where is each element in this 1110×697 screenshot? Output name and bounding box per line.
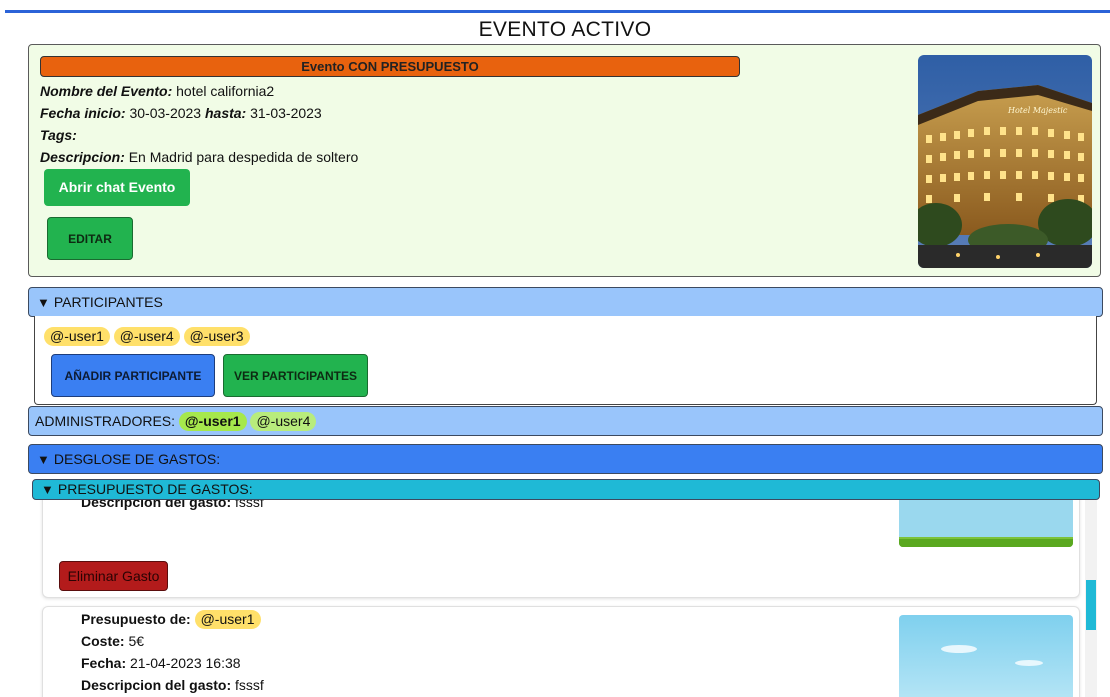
expense-image xyxy=(899,615,1073,697)
expense-description-label: Descripcion del gasto: xyxy=(81,677,232,693)
event-photo: Hotel Majestic xyxy=(918,55,1092,268)
expense-budget-label: Presupuesto de: xyxy=(81,611,191,627)
top-accent-rule xyxy=(5,10,1110,13)
add-participant-button[interactable]: AÑADIR PARTICIPANTE xyxy=(51,354,215,397)
page-title: EVENTO ACTIVO xyxy=(478,18,652,41)
budget-expenses-header[interactable]: ▼ PRESUPUESTO DE GASTOS: xyxy=(32,479,1100,500)
expense-budget-user: @-user1 xyxy=(194,610,261,629)
participants-panel: @-user1 @-user4 @-user3 AÑADIR PARTICIPA… xyxy=(34,316,1097,405)
start-date-value: 30-03-2023 xyxy=(129,105,202,121)
participants-header-label: PARTICIPANTES xyxy=(53,294,163,310)
event-name-line: Nombre del Evento: hotel california2 xyxy=(40,82,274,100)
photo-sign: Hotel Majestic xyxy=(1007,106,1068,115)
expense-date-value: 21-04-2023 16:38 xyxy=(130,655,241,671)
expenses-breakdown-label: DESGLOSE DE GASTOS: xyxy=(53,451,221,467)
expense-image xyxy=(899,500,1073,547)
edit-event-button[interactable]: EDITAR xyxy=(47,217,133,260)
triangle-down-icon: ▼ xyxy=(37,452,50,467)
participant-pill: @-user3 xyxy=(183,327,250,346)
event-name-value: hotel california2 xyxy=(176,83,275,99)
admin-pill: @-user4 xyxy=(250,412,317,431)
triangle-down-icon: ▼ xyxy=(41,482,54,497)
end-date-value: 31-03-2023 xyxy=(250,105,322,121)
budget-expenses-label: PRESUPUESTO DE GASTOS: xyxy=(57,481,253,497)
expense-date-label: Fecha: xyxy=(81,655,127,671)
expense-budget-line: Presupuesto de: @-user1 xyxy=(81,610,261,629)
admins-label: ADMINISTRADORES: xyxy=(35,413,176,429)
expense-cost-value: 5€ xyxy=(128,633,145,649)
event-card: Evento CON PRESUPUESTO Nombre del Evento… xyxy=(28,44,1101,277)
participants-header[interactable]: ▼ PARTICIPANTES xyxy=(28,287,1103,317)
end-date-label: hasta: xyxy=(204,105,247,121)
open-event-chat-button[interactable]: Abrir chat Evento xyxy=(44,169,190,206)
event-description-line: Descripcion: En Madrid para despedida de… xyxy=(40,148,358,166)
admin-pill: @-user1 xyxy=(178,412,247,431)
expenses-scrollbar-thumb[interactable] xyxy=(1086,580,1096,630)
expense-description-value: fsssf xyxy=(235,677,264,693)
expense-cost-line: Coste: 5€ xyxy=(81,632,144,650)
expense-description-value: fsssf xyxy=(235,500,264,510)
participant-pill: @-user4 xyxy=(113,327,180,346)
event-dates-line: Fecha inicio: 30-03-2023 hasta: 31-03-20… xyxy=(40,104,322,122)
expenses-breakdown-header[interactable]: ▼ DESGLOSE DE GASTOS: xyxy=(28,444,1103,474)
expense-cost-label: Coste: xyxy=(81,633,125,649)
expense-description-label: Descripcion del gasto: xyxy=(81,500,232,510)
description-value: En Madrid para despedida de soltero xyxy=(128,149,359,165)
triangle-down-icon: ▼ xyxy=(37,295,50,310)
event-tags-line: Tags: xyxy=(40,126,77,144)
expense-card: Descripcion del gasto: fsssf Eliminar Ga… xyxy=(42,500,1080,598)
participant-pill: @-user1 xyxy=(44,327,110,346)
delete-expense-button[interactable]: Eliminar Gasto xyxy=(59,561,168,591)
expenses-list: Descripcion del gasto: fsssf Eliminar Ga… xyxy=(34,500,1097,697)
expense-date-line: Fecha: 21-04-2023 16:38 xyxy=(81,654,241,672)
tags-label: Tags: xyxy=(40,127,77,143)
expense-description-line: Descripcion del gasto: fsssf xyxy=(81,500,264,511)
view-participants-button[interactable]: VER PARTICIPANTES xyxy=(223,354,368,397)
admins-bar: ADMINISTRADORES: @-user1 @-user4 xyxy=(28,406,1103,436)
event-name-label: Nombre del Evento: xyxy=(40,83,173,99)
description-label: Descripcion: xyxy=(40,149,125,165)
budget-banner: Evento CON PRESUPUESTO xyxy=(40,56,740,77)
participants-list: @-user1 @-user4 @-user3 xyxy=(44,327,250,346)
start-date-label: Fecha inicio: xyxy=(40,105,126,121)
expense-card: Presupuesto de: @-user1 Coste: 5€ Fecha:… xyxy=(42,606,1080,697)
expense-description-line: Descripcion del gasto: fsssf xyxy=(81,676,264,694)
